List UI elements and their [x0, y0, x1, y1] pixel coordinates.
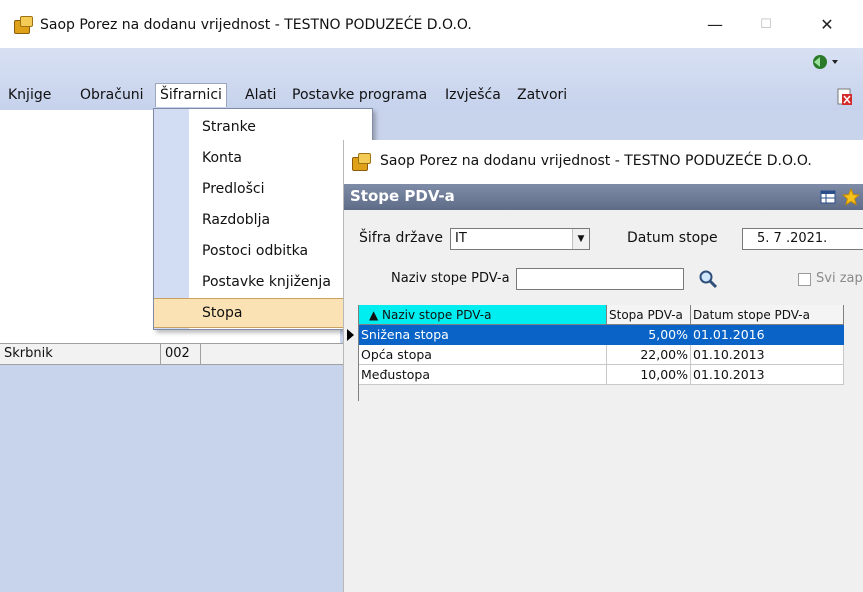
sifra-drzave-label: Šifra države: [359, 230, 443, 246]
menu-postavke-programa[interactable]: Postavke programa: [292, 84, 427, 106]
search-icon[interactable]: [698, 269, 718, 289]
menu-item-postoci-odbitka[interactable]: Postoci odbitka: [154, 236, 372, 266]
table-row[interactable]: Snižena stopa 5,00% 01.01.2016: [359, 325, 844, 345]
naziv-stope-input[interactable]: [516, 268, 684, 290]
sifrarnici-dropdown-menu: Stranke Konta Predlošci Razdoblja Postoc…: [153, 108, 373, 330]
column-header-naziv[interactable]: ▲ Naziv stope PDV-a: [359, 305, 607, 325]
chevron-down-icon[interactable]: ▼: [572, 229, 589, 249]
back-arrow-icon[interactable]: [808, 52, 838, 72]
window-title: Saop Porez na dodanu vrijednost - TESTNO…: [40, 17, 472, 33]
close-button[interactable]: ✕: [811, 12, 843, 38]
menu-item-konta[interactable]: Konta: [154, 143, 372, 173]
app-icon: [14, 16, 33, 34]
maximize-button[interactable]: ☐: [750, 12, 782, 38]
datum-stope-field[interactable]: 5. 7 .2021.: [742, 228, 863, 250]
svi-zapisi-label: Svi zap: [816, 271, 863, 286]
cell-stopa: 22,00%: [607, 345, 691, 365]
cell-datum: 01.01.2016: [691, 325, 844, 345]
exit-icon[interactable]: [837, 88, 853, 106]
current-row-pointer-icon: [347, 329, 354, 341]
menu-knjige[interactable]: Knjige: [8, 84, 51, 106]
sifra-drzave-value: IT: [455, 231, 467, 246]
minimize-button[interactable]: —: [699, 12, 731, 38]
menu-zatvori[interactable]: Zatvori: [517, 84, 567, 106]
table-settings-icon[interactable]: [820, 189, 838, 205]
cell-naziv: Međustopa: [359, 365, 607, 385]
menu-izvjesca[interactable]: Izvješća: [445, 84, 501, 106]
menu-item-stopa[interactable]: Stopa: [154, 298, 372, 328]
dialog-title: Saop Porez na dodanu vrijednost - TESTNO…: [380, 153, 812, 169]
dialog-app-icon: [352, 153, 371, 171]
menu-item-postavke-knjizenja[interactable]: Postavke knjiženja: [154, 267, 372, 297]
cell-naziv: Opća stopa: [359, 345, 607, 365]
menu-item-razdoblja[interactable]: Razdoblja: [154, 205, 372, 235]
dialog-header: Stope PDV-a: [344, 184, 863, 210]
cell-naziv: Snižena stopa: [359, 325, 607, 345]
datum-stope-value: 5. 7 .2021.: [757, 231, 828, 246]
status-value: 002: [165, 346, 190, 361]
row-indicator-column: [344, 305, 359, 401]
datum-stope-label: Datum stope: [627, 230, 718, 246]
menu-item-predlosci[interactable]: Predlošci: [154, 174, 372, 204]
cell-datum: 01.10.2013: [691, 345, 844, 365]
status-label: Skrbnik: [4, 346, 53, 361]
dialog-header-title: Stope PDV-a: [350, 187, 455, 205]
svi-zapisi-checkbox[interactable]: [798, 273, 811, 286]
status-bar: Skrbnik 002: [0, 343, 345, 365]
cell-stopa: 10,00%: [607, 365, 691, 385]
stope-pdv-dialog: Saop Porez na dodanu vrijednost - TESTNO…: [343, 140, 863, 592]
menu-obracuni[interactable]: Obračuni: [80, 84, 144, 106]
cell-stopa: 5,00%: [607, 325, 691, 345]
menu-sifrarnici[interactable]: Šifrarnici: [155, 83, 227, 107]
menu-alati[interactable]: Alati: [245, 84, 276, 106]
naziv-stope-label: Naziv stope PDV-a: [391, 271, 510, 286]
sifra-drzave-combo[interactable]: IT ▼: [450, 228, 590, 250]
pdv-rates-table: ▲ Naziv stope PDV-a Stopa PDV-a Datum st…: [344, 305, 863, 592]
table-row[interactable]: Međustopa 10,00% 01.10.2013: [359, 365, 844, 385]
dialog-titlebar: Saop Porez na dodanu vrijednost - TESTNO…: [344, 140, 863, 184]
cell-datum: 01.10.2013: [691, 365, 844, 385]
main-titlebar: Saop Porez na dodanu vrijednost - TESTNO…: [0, 0, 863, 48]
menu-item-stranke[interactable]: Stranke: [154, 112, 372, 142]
favorite-star-icon[interactable]: [842, 188, 860, 206]
table-row[interactable]: Opća stopa 22,00% 01.10.2013: [359, 345, 844, 365]
column-header-stopa[interactable]: Stopa PDV-a: [607, 305, 691, 325]
column-header-datum[interactable]: Datum stope PDV-a: [691, 305, 844, 325]
